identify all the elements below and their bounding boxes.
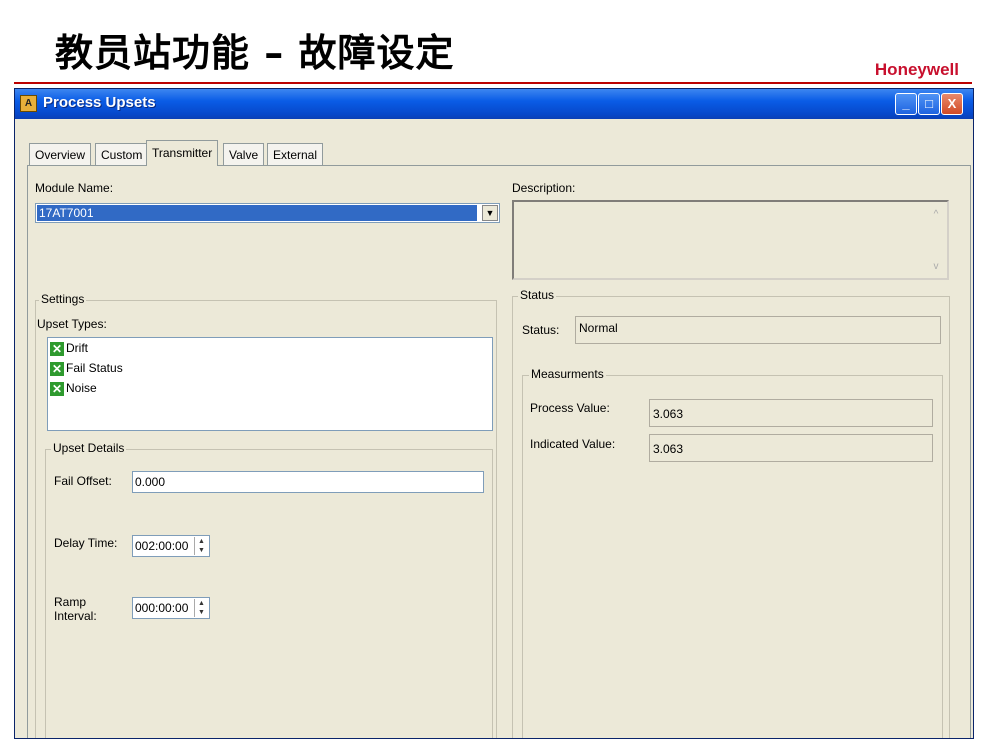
window-title: Process Upsets [43, 94, 156, 111]
ramp-interval-label-2: Interval: [54, 609, 97, 623]
ramp-interval-value: 000:00:00 [135, 601, 189, 615]
close-button[interactable]: X [941, 93, 963, 115]
description-label: Description: [512, 181, 576, 195]
module-name-value: 17AT7001 [37, 205, 477, 221]
tab-transmitter[interactable]: Transmitter [146, 140, 219, 166]
settings-title: Settings [39, 292, 87, 306]
spin-arrows-icon[interactable]: ▲ ▼ [194, 537, 208, 555]
checkbox-checked-icon[interactable]: ✕ [50, 341, 64, 356]
fail-offset-input[interactable]: 0.000 [132, 471, 484, 493]
brand-divider [14, 82, 972, 84]
upset-type-label: Drift [66, 341, 88, 355]
description-field[interactable]: ^ v [512, 200, 949, 280]
tab-custom[interactable]: Custom [95, 143, 149, 165]
tab-overview[interactable]: Overview [29, 143, 92, 165]
measurements-group [522, 375, 943, 738]
process-upsets-window: A Process Upsets _ □ X Overview Custom T… [14, 88, 974, 739]
list-item[interactable]: ✕ Fail Status [50, 360, 123, 376]
upset-details-title: Upset Details [51, 441, 127, 455]
checkbox-checked-icon[interactable]: ✕ [50, 381, 64, 396]
upset-type-label: Fail Status [66, 361, 123, 375]
window-titlebar[interactable]: A Process Upsets _ □ X [15, 89, 973, 119]
status-value: Normal [575, 316, 941, 344]
upset-types-label: Upset Types: [37, 317, 107, 331]
upset-types-list[interactable]: ✕ Drift ✕ Fail Status ✕ Noise [47, 337, 493, 431]
scroll-up-icon[interactable]: ^ [929, 208, 943, 222]
spin-arrows-icon[interactable]: ▲ ▼ [194, 599, 208, 617]
minimize-icon: _ [902, 96, 910, 111]
module-name-dropdown[interactable]: 17AT7001 ▼ [35, 203, 500, 223]
brand-logo: Honeywell [874, 60, 959, 79]
delay-time-label: Delay Time: [54, 536, 118, 550]
maximize-button[interactable]: □ [918, 93, 940, 115]
close-icon: X [947, 96, 957, 111]
process-value-label: Process Value: [530, 401, 610, 415]
minimize-button[interactable]: _ [895, 93, 917, 115]
app-icon: A [20, 95, 37, 112]
maximize-icon: □ [925, 96, 933, 111]
fail-offset-label: Fail Offset: [54, 474, 112, 488]
indicated-value-label: Indicated Value: [530, 437, 616, 451]
list-item[interactable]: ✕ Drift [50, 340, 88, 356]
list-item[interactable]: ✕ Noise [50, 380, 97, 396]
upset-type-label: Noise [66, 381, 97, 395]
module-name-label: Module Name: [35, 181, 114, 195]
ramp-interval-label-1: Ramp [54, 595, 87, 609]
delay-time-stepper[interactable]: 002:00:00 ▲ ▼ [132, 535, 210, 557]
status-label: Status: [522, 323, 560, 337]
measurements-title: Measurments [529, 367, 606, 381]
checkbox-checked-icon[interactable]: ✕ [50, 361, 64, 376]
tab-external[interactable]: External [267, 143, 324, 165]
delay-time-value: 002:00:00 [135, 539, 189, 553]
status-title: Status [518, 288, 557, 302]
process-value-field: 3.063 [649, 399, 933, 427]
ramp-interval-stepper[interactable]: 000:00:00 ▲ ▼ [132, 597, 210, 619]
scroll-down-icon[interactable]: v [929, 260, 943, 274]
slide-title: 教员站功能 – 故障设定 [55, 31, 455, 75]
indicated-value-field: 3.063 [649, 434, 933, 462]
tab-valve[interactable]: Valve [223, 143, 265, 165]
chevron-down-icon[interactable]: ▼ [482, 205, 498, 221]
